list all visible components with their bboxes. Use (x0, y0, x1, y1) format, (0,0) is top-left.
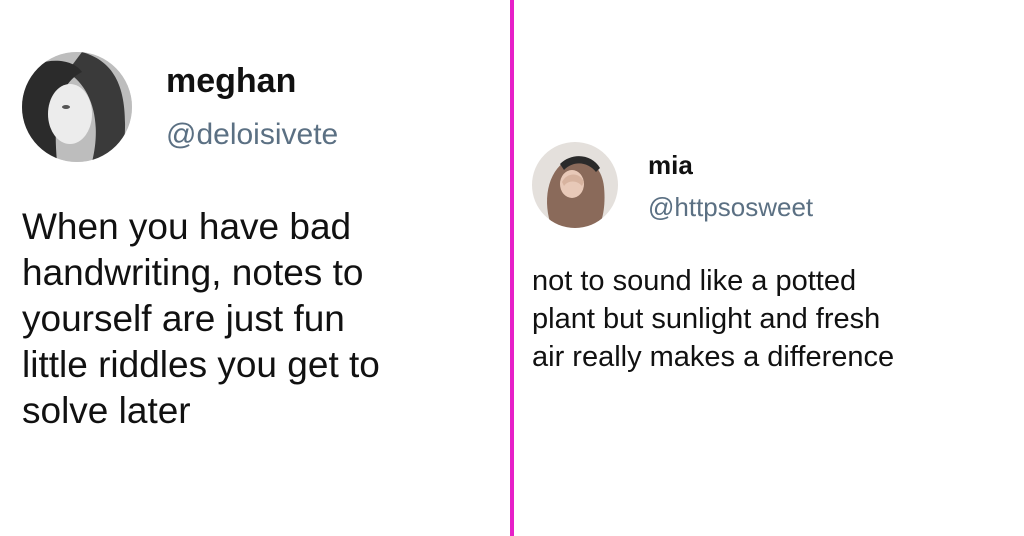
avatar[interactable] (532, 142, 618, 228)
user-handle[interactable]: @deloisivete (166, 118, 338, 152)
avatar-photo-icon (22, 52, 132, 162)
user-name[interactable]: mia (648, 150, 693, 181)
user-handle[interactable]: @httpsosweet (648, 192, 813, 223)
tweet-card-meghan: meghan @deloisivete When you have bad ha… (0, 0, 510, 536)
avatar-photo-icon (532, 142, 618, 228)
avatar[interactable] (22, 52, 132, 162)
tweet-text: When you have bad handwriting, notes to … (22, 206, 380, 431)
tweet-card-mia: mia @httpsosweet not to sound like a pot… (514, 0, 1024, 536)
tweet-text: not to sound like a potted plant but sun… (532, 265, 895, 373)
user-name[interactable]: meghan (166, 62, 296, 101)
